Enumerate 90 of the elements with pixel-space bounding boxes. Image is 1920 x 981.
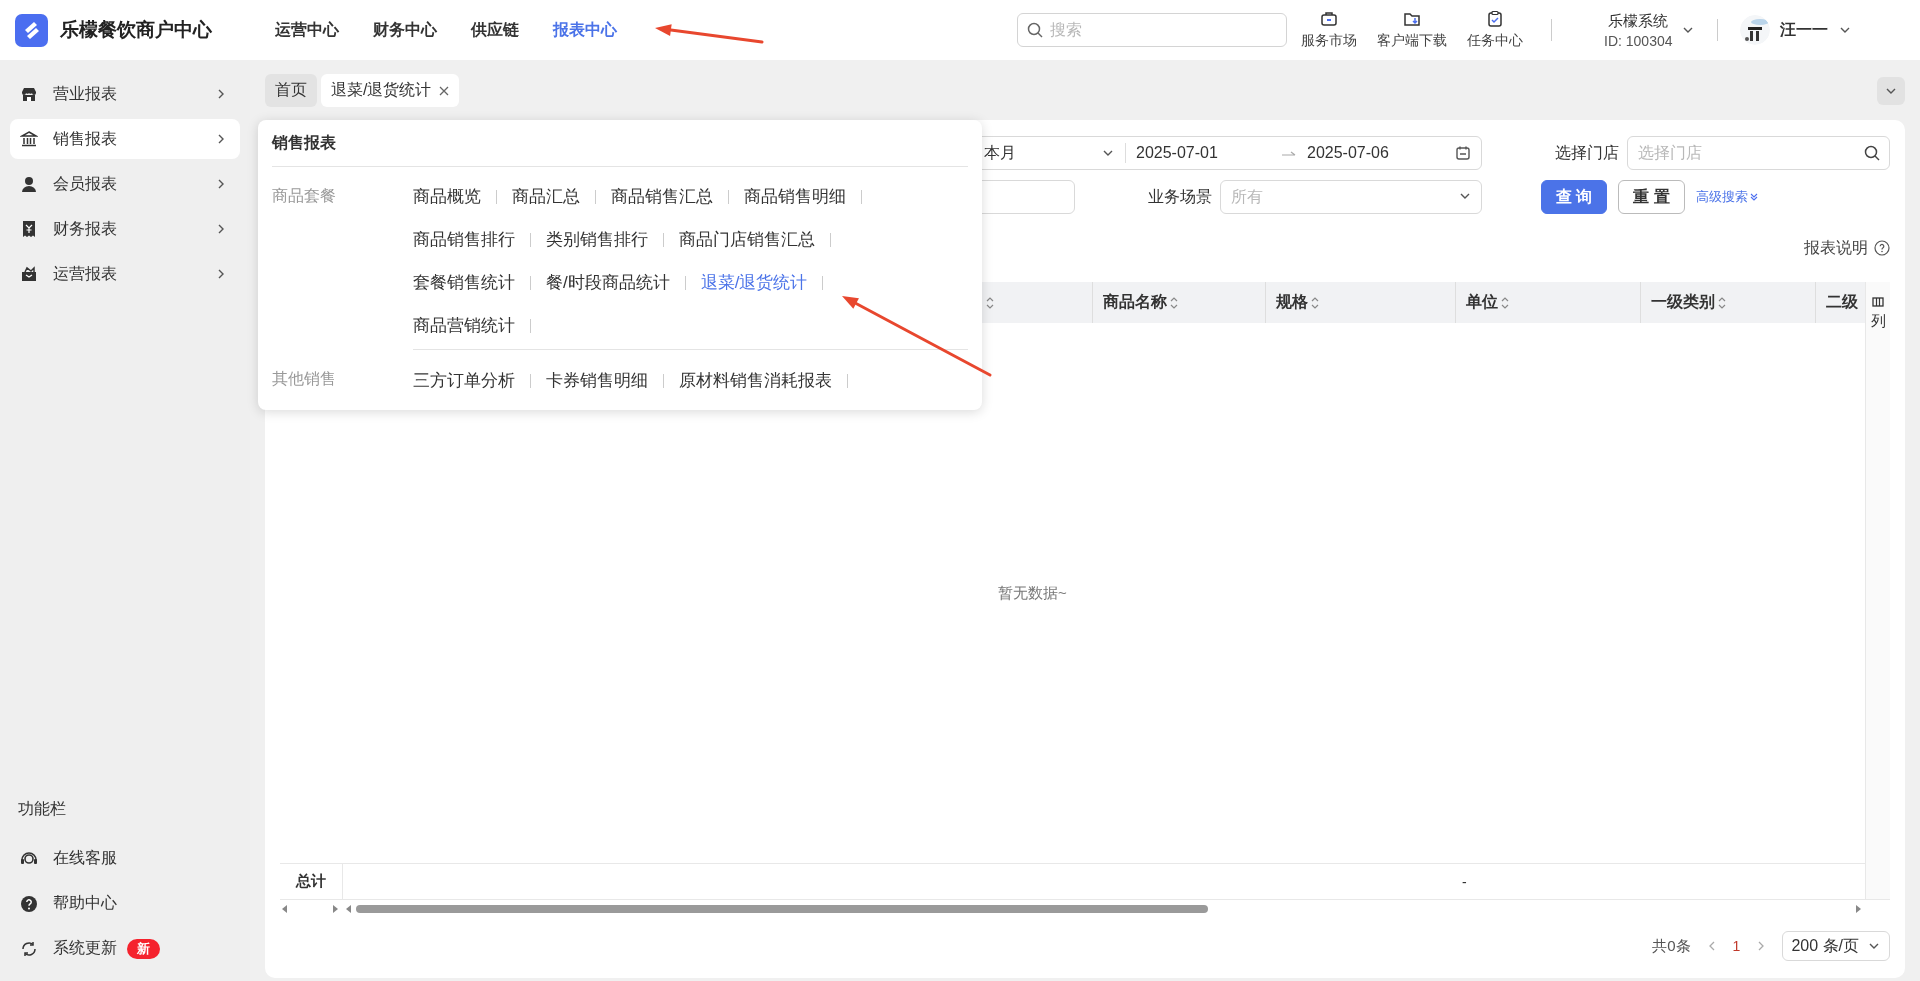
page-number[interactable]: 1 — [1732, 938, 1741, 954]
help-icon — [20, 894, 38, 913]
sort-icon — [985, 295, 995, 310]
menu-group-label: 其他销售 — [272, 369, 337, 389]
page-tab[interactable]: 首页 — [265, 74, 317, 107]
menu-item[interactable]: 商品汇总 — [512, 185, 580, 208]
sort-icon — [1500, 295, 1510, 310]
logo-icon — [15, 13, 48, 47]
total-count: 共0条 — [1652, 936, 1691, 956]
user-menu[interactable]: 汪一一 — [1739, 15, 1852, 45]
menu-item[interactable]: 商品概览 — [413, 185, 481, 208]
column-settings-button[interactable]: 列 — [1866, 282, 1890, 331]
toolbar-button[interactable]: 服务市场 — [1295, 10, 1363, 50]
table-cell: - — [1462, 873, 1467, 890]
menu-item[interactable]: 类别销售排行 — [546, 228, 648, 251]
menu-item[interactable]: 卡券销售明细 — [546, 369, 648, 392]
menu-item[interactable]: 原材料销售消耗报表 — [679, 369, 832, 392]
clipboard-check-icon — [1486, 10, 1504, 28]
column-header[interactable]: 一级类别 — [1651, 292, 1715, 313]
receipt-icon — [20, 220, 38, 238]
sidebar-item[interactable]: 会员报表 — [10, 164, 240, 204]
sidebar-link[interactable]: 在线客服 — [20, 848, 117, 869]
page-size-select[interactable]: 200 条/页 — [1782, 931, 1890, 961]
inbox-icon — [20, 265, 38, 283]
sort-icon — [1310, 295, 1320, 310]
app-title: 乐檬餐饮商户中心 — [60, 18, 212, 42]
account-id: ID: 100304 — [1604, 32, 1673, 49]
column-header[interactable]: 规格 — [1276, 292, 1308, 313]
toolbar-button[interactable]: 客户端下载 — [1371, 10, 1453, 50]
columns-icon — [1872, 296, 1884, 308]
scroll-right-icon — [332, 905, 338, 913]
bank-icon — [20, 130, 38, 148]
sort-icon — [1717, 295, 1727, 310]
sidebar-link[interactable]: 帮助中心 — [20, 893, 117, 914]
menu-item[interactable]: 商品销售明细 — [744, 185, 846, 208]
person-icon — [20, 175, 38, 193]
menu-item[interactable]: 商品营销统计 — [413, 314, 515, 337]
folder-download-icon — [1403, 10, 1421, 28]
menu-item[interactable]: 三方订单分析 — [413, 369, 515, 392]
page-tab[interactable]: 退菜/退货统计 — [321, 74, 460, 107]
reset-button[interactable]: 重 置 — [1618, 180, 1685, 214]
sidebar-item[interactable]: 销售报表 — [10, 119, 240, 159]
account-switcher[interactable]: 乐檬系统 ID: 100304 — [1604, 11, 1695, 49]
scroll-left-icon — [282, 905, 288, 913]
nav-tab[interactable]: 运营中心 — [275, 19, 339, 41]
menu-group-label: 商品套餐 — [272, 186, 337, 206]
double-chevron-icon — [1749, 192, 1758, 202]
table-cell: 总计 — [280, 864, 343, 899]
sidebar-item[interactable]: 营业报表 — [10, 74, 240, 114]
column-header[interactable]: 商品名称 — [1103, 292, 1167, 313]
calendar-icon — [1455, 145, 1471, 161]
scroll-right-icon — [1855, 905, 1861, 913]
menu-item[interactable]: 商品门店销售汇总 — [679, 228, 815, 251]
sidebar-link[interactable]: 系统更新 — [20, 938, 117, 959]
menu-item[interactable]: 商品销售排行 — [413, 228, 515, 251]
scrollbar[interactable] — [280, 905, 340, 913]
sort-icon — [1169, 295, 1179, 310]
store-icon — [20, 85, 38, 103]
column-header[interactable]: 二级 — [1826, 292, 1858, 313]
section-title: 功能栏 — [17, 799, 67, 819]
menu-item[interactable]: 商品销售汇总 — [611, 185, 713, 208]
field-label: 选择门店 — [1554, 142, 1620, 163]
query-button[interactable]: 查 询 — [1541, 180, 1608, 214]
refresh-icon — [20, 939, 38, 958]
field-label: 业务场景 — [1147, 186, 1213, 207]
empty-message: 暂无数据~ — [998, 583, 1067, 603]
account-name: 乐檬系统 — [1608, 11, 1669, 31]
toolbar-button[interactable]: 任务中心 — [1461, 10, 1529, 50]
advanced-search-link[interactable]: 高级搜索 — [1695, 188, 1758, 206]
menu-item[interactable]: 餐/时段商品统计 — [546, 271, 670, 294]
sidebar-item[interactable]: 财务报表 — [10, 209, 240, 249]
column-header[interactable]: 单位 — [1466, 292, 1498, 313]
menu-title: 销售报表 — [272, 120, 968, 167]
scroll-left-icon — [346, 905, 352, 913]
briefcase-icon — [1320, 10, 1338, 28]
nav-tab[interactable]: 财务中心 — [373, 19, 437, 41]
search-icon — [1027, 22, 1043, 38]
report-help-link[interactable]: 报表说明 — [1804, 238, 1890, 258]
scene-select[interactable]: 所有 — [1220, 180, 1482, 214]
store-field[interactable]: 选择门店 — [1627, 136, 1890, 170]
menu-item[interactable]: 套餐销售统计 — [413, 271, 515, 294]
expand-button[interactable] — [1877, 77, 1905, 105]
new-badge: 新 — [127, 938, 160, 959]
nav-tab[interactable]: 报表中心 — [553, 19, 617, 41]
search-icon — [1864, 145, 1880, 161]
search-field[interactable]: 搜索 — [1017, 13, 1287, 47]
nav-tab[interactable]: 供应链 — [471, 19, 519, 41]
menu-item[interactable]: 退菜/退货统计 — [700, 271, 808, 294]
help-icon — [1874, 240, 1890, 256]
sidebar-item[interactable]: 运营报表 — [10, 254, 240, 294]
